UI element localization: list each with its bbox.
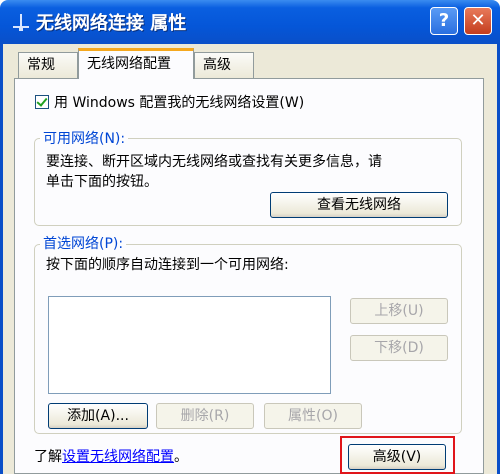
network-connection-icon bbox=[13, 14, 29, 31]
preferred-networks-title: 首选网络(P): bbox=[40, 233, 127, 253]
title-bar: 无线网络连接 属性 ? ✕ bbox=[0, 0, 500, 44]
window-title: 无线网络连接 属性 bbox=[36, 13, 187, 34]
view-wireless-networks-button[interactable]: 查看无线网络 bbox=[270, 192, 448, 218]
close-button[interactable]: ✕ bbox=[464, 7, 492, 35]
move-up-button[interactable]: 上移(U) bbox=[350, 298, 448, 324]
move-down-button[interactable]: 下移(D) bbox=[350, 335, 448, 361]
preferred-networks-list[interactable] bbox=[48, 296, 331, 394]
learn-more-link[interactable]: 设置无线网络配置 bbox=[62, 449, 174, 465]
available-networks-description-2: 单击下面的按钮。 bbox=[46, 174, 158, 190]
available-networks-title: 可用网络(N): bbox=[40, 128, 129, 148]
tab-general[interactable]: 常规 bbox=[18, 52, 78, 78]
help-button[interactable]: ? bbox=[430, 7, 458, 35]
use-windows-config-label: 用 Windows 配置我的无线网络设置(W) bbox=[54, 95, 305, 111]
use-windows-config-checkbox[interactable] bbox=[35, 95, 49, 109]
network-properties-button[interactable]: 属性(O) bbox=[264, 403, 362, 429]
remove-network-button[interactable]: 删除(R) bbox=[156, 403, 254, 429]
tab-advanced[interactable]: 高级 bbox=[194, 52, 254, 78]
tab-wireless-networks[interactable]: 无线网络配置 bbox=[78, 48, 194, 79]
learn-prefix: 了解 bbox=[34, 449, 62, 465]
available-networks-description-1: 要连接、断开区域内无线网络或查找有关更多信息，请 bbox=[46, 154, 382, 170]
preferred-networks-description: 按下面的顺序自动连接到一个可用网络: bbox=[46, 257, 289, 273]
red-highlight-annotation bbox=[340, 436, 455, 474]
checkmark-icon bbox=[36, 95, 48, 107]
learn-suffix: 。 bbox=[174, 449, 188, 465]
add-network-button[interactable]: 添加(A)... bbox=[48, 403, 148, 429]
learn-more-line: 了解设置无线网络配置。 bbox=[34, 446, 188, 466]
